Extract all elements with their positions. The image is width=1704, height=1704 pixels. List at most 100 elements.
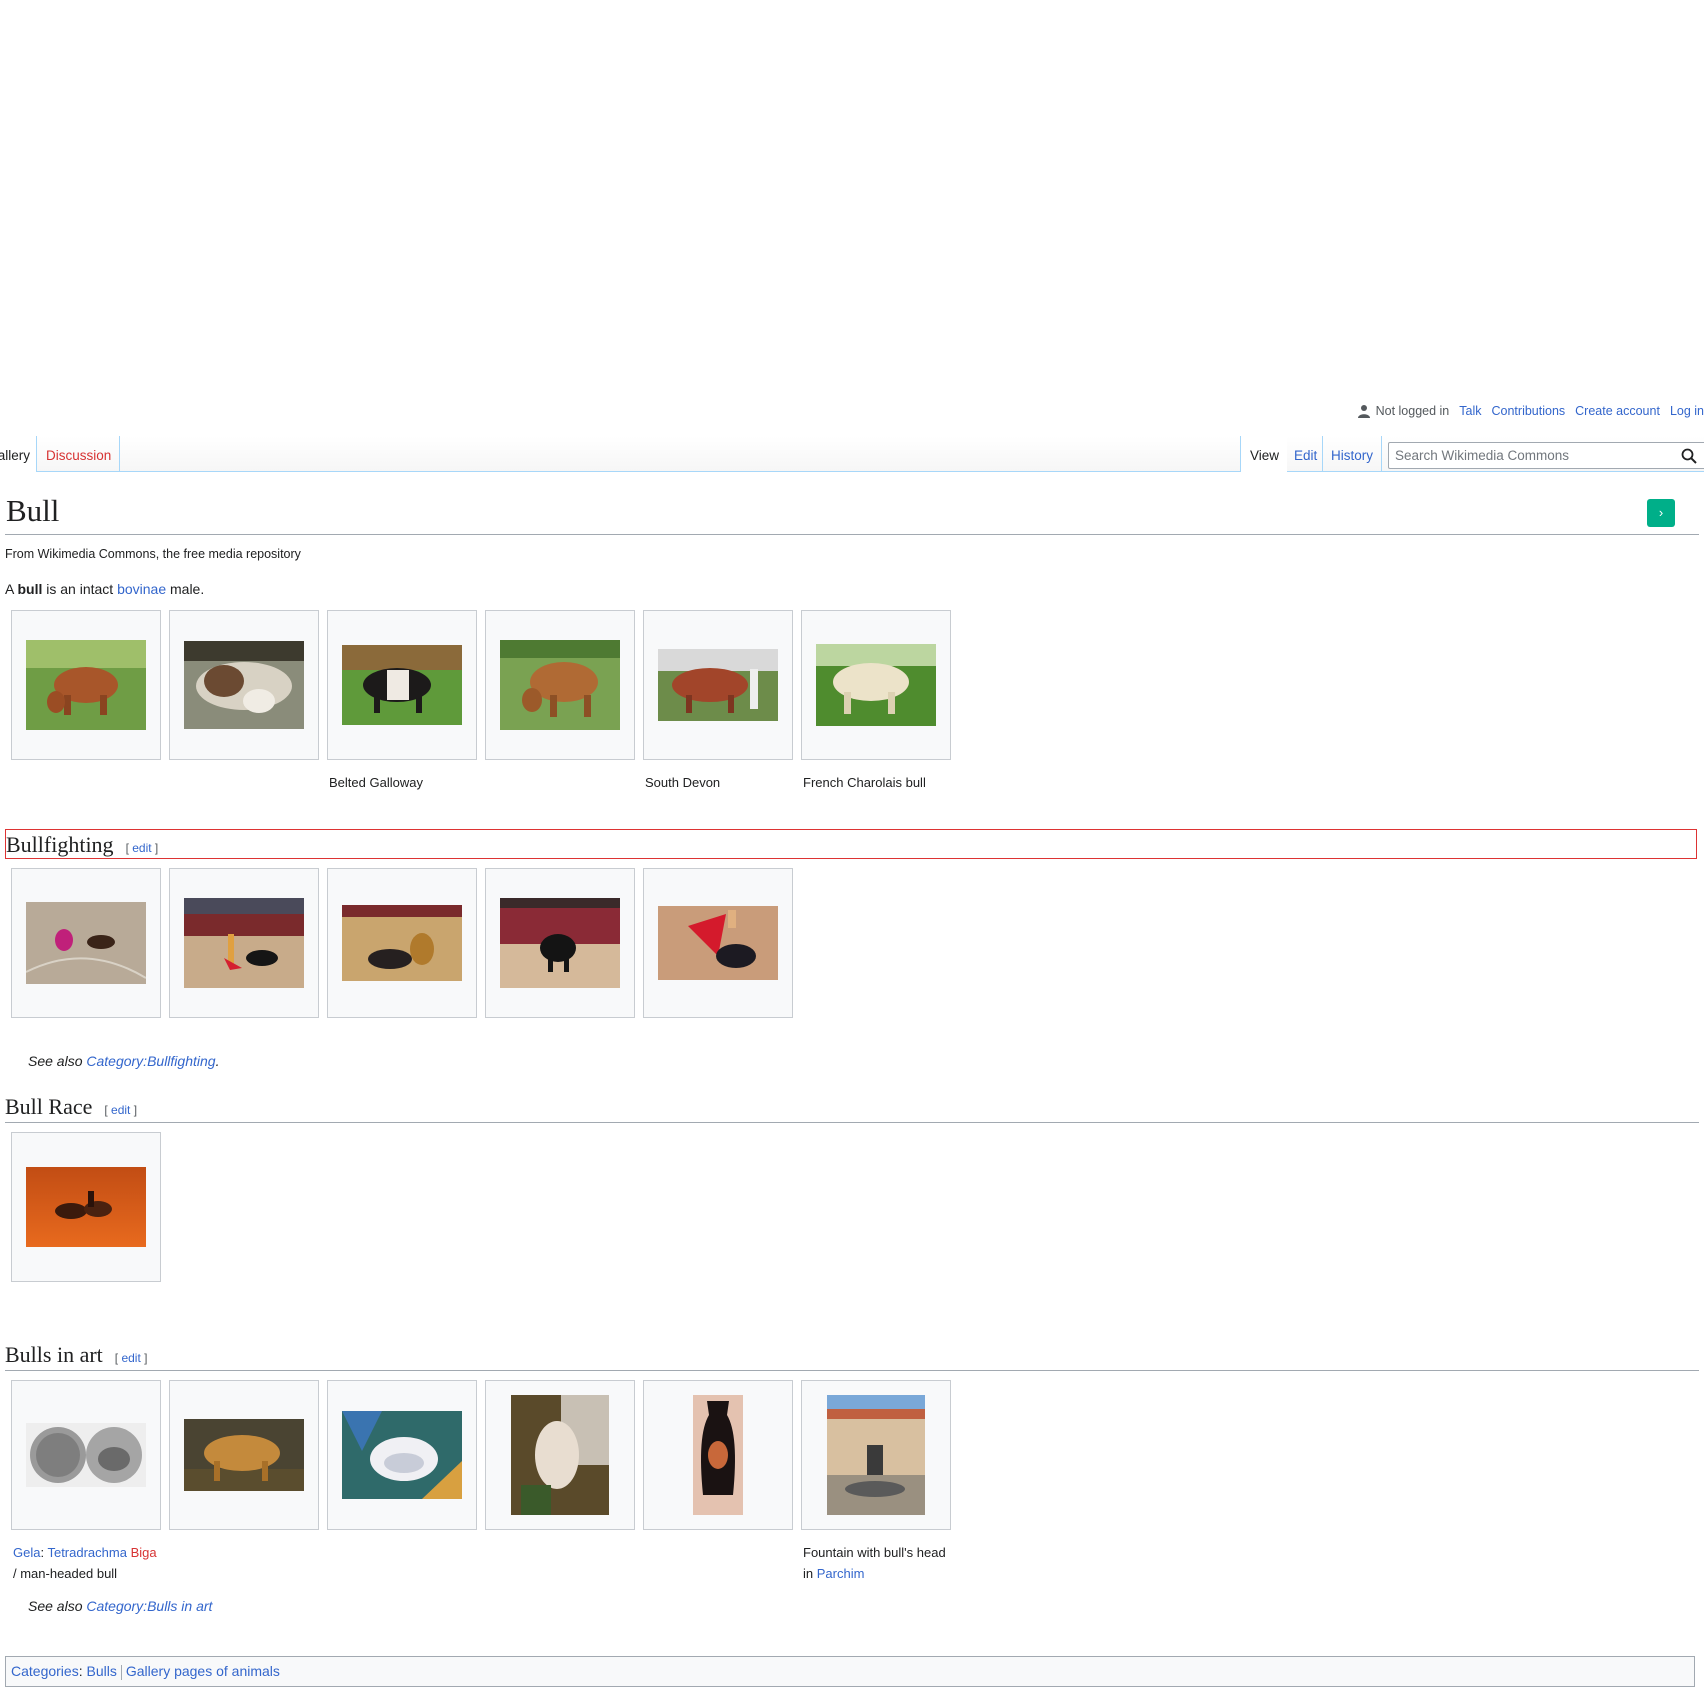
coin-thumbnail[interactable] xyxy=(26,1423,146,1487)
fountain-photo-thumbnail[interactable] xyxy=(827,1395,925,1515)
painting-thumbnail[interactable] xyxy=(511,1395,609,1515)
edit-link[interactable]: edit xyxy=(121,1351,140,1365)
gallery-item xyxy=(169,1380,320,1584)
painting-thumbnail[interactable] xyxy=(342,1411,462,1499)
gallery-item: Belted Galloway xyxy=(327,610,478,793)
gallery-item xyxy=(643,1380,794,1584)
gallery-caption xyxy=(485,1530,636,1563)
thumbnail-frame[interactable] xyxy=(485,868,635,1018)
edit-section-link: [ edit ] xyxy=(125,841,159,855)
bullfight-photo-thumbnail[interactable] xyxy=(184,898,304,988)
thumbnail-frame[interactable] xyxy=(11,868,161,1018)
intro-text: male. xyxy=(166,581,205,597)
tab-edit[interactable]: Edit xyxy=(1285,436,1325,472)
go-button[interactable]: › xyxy=(1647,499,1675,527)
user-icon xyxy=(1357,405,1370,418)
gallery-caption: Belted Galloway xyxy=(329,775,423,790)
category-bulls-in-art-link[interactable]: Category:Bulls in art xyxy=(86,1598,212,1614)
bull-photo-thumbnail[interactable] xyxy=(816,644,936,726)
bullfight-photo-thumbnail[interactable] xyxy=(342,905,462,981)
thumbnail-frame[interactable] xyxy=(169,610,319,760)
gallery-item xyxy=(643,868,794,1018)
search-icon[interactable] xyxy=(1681,448,1697,464)
see-also-bullfighting: See also Category:Bullfighting. xyxy=(5,1053,1699,1069)
thumbnail-frame[interactable] xyxy=(485,1380,635,1530)
biga-link[interactable]: Biga xyxy=(131,1545,157,1560)
thumbnail-frame[interactable] xyxy=(801,610,951,760)
gallery-caption: French Charolais bull xyxy=(803,775,926,790)
thumbnail-frame[interactable] xyxy=(169,868,319,1018)
gallery-main: Belted Galloway South Devon French Charo… xyxy=(5,610,1699,793)
tab-edit-label: Edit xyxy=(1294,448,1318,463)
bull-photo-thumbnail[interactable] xyxy=(342,645,462,725)
thumbnail-frame[interactable] xyxy=(11,610,161,760)
category-gallery-pages-of-animals-link[interactable]: Gallery pages of animals xyxy=(126,1663,280,1679)
gallery-item xyxy=(11,1132,162,1282)
intro-bold: bull xyxy=(17,581,43,597)
caption-text: / man-headed bull xyxy=(13,1566,118,1581)
create-account-link[interactable]: Create account xyxy=(1575,404,1660,418)
bull-photo-thumbnail[interactable] xyxy=(26,640,146,730)
tetradrachma-link[interactable]: Tetradrachma xyxy=(47,1545,126,1560)
edit-section-link: [ edit ] xyxy=(104,1103,138,1117)
gallery-item: South Devon xyxy=(643,610,794,793)
gallery-caption xyxy=(169,760,320,793)
gallery-item: Fountain with bull's head in Parchim xyxy=(801,1380,952,1584)
edit-link[interactable]: edit xyxy=(111,1103,130,1117)
gallery-caption: Gela: Tetradrachma Biga / man-headed bull xyxy=(11,1530,162,1584)
thumbnail-frame[interactable] xyxy=(169,1380,319,1530)
thumbnail-frame[interactable] xyxy=(327,1380,477,1530)
thumbnail-frame[interactable] xyxy=(327,868,477,1018)
thumbnail-frame[interactable] xyxy=(485,610,635,760)
gallery-caption: Fountain with bull's head in Parchim xyxy=(801,1530,952,1584)
category-bullfighting-link[interactable]: Category:Bullfighting xyxy=(86,1053,215,1069)
tab-discussion[interactable]: Discussion xyxy=(38,436,121,472)
gallery-item xyxy=(169,610,320,793)
gallery-caption xyxy=(11,760,162,793)
bullfight-photo-thumbnail[interactable] xyxy=(500,898,620,988)
log-in-link[interactable]: Log in xyxy=(1670,404,1704,418)
category-bulls-link[interactable]: Bulls xyxy=(86,1663,116,1679)
thumbnail-frame[interactable] xyxy=(327,610,477,760)
gallery-bullfighting xyxy=(5,868,1699,1018)
bull-race-photo-thumbnail[interactable] xyxy=(26,1167,146,1247)
thumbnail-frame[interactable] xyxy=(11,1380,161,1530)
category-separator xyxy=(120,1664,122,1680)
gallery-item xyxy=(485,868,636,1018)
thumbnail-frame[interactable] xyxy=(643,868,793,1018)
painting-thumbnail[interactable] xyxy=(184,1419,304,1491)
search-input[interactable] xyxy=(1389,443,1675,468)
tab-view[interactable]: View xyxy=(1240,436,1288,472)
thumbnail-frame[interactable] xyxy=(801,1380,951,1530)
gallery-bulls-in-art: Gela: Tetradrachma Biga / man-headed bull xyxy=(5,1380,1699,1584)
tab-history[interactable]: History xyxy=(1322,436,1383,472)
personal-tools: Not logged in Talk Contributions Create … xyxy=(1357,400,1704,422)
edit-link[interactable]: edit xyxy=(132,841,151,855)
categories-label-link[interactable]: Categories xyxy=(11,1663,79,1679)
contributions-link[interactable]: Contributions xyxy=(1492,404,1566,418)
edit-section-link: [ edit ] xyxy=(114,1351,148,1365)
gallery-caption: South Devon xyxy=(645,775,721,790)
thumbnail-frame[interactable] xyxy=(11,1132,161,1282)
thumbnail-frame[interactable] xyxy=(643,1380,793,1530)
intro-paragraph: A bull is an intact bovinae male. xyxy=(5,581,1699,597)
tab-view-label: View xyxy=(1250,448,1280,463)
gela-link[interactable]: Gela xyxy=(13,1545,40,1560)
thumbnail-frame[interactable] xyxy=(643,610,793,760)
parchim-link[interactable]: Parchim xyxy=(817,1566,865,1581)
gallery-item xyxy=(11,610,162,793)
bull-photo-thumbnail[interactable] xyxy=(184,641,304,729)
bullfight-photo-thumbnail[interactable] xyxy=(26,902,146,984)
see-also-bulls-in-art: See also Category:Bulls in art xyxy=(5,1598,1699,1614)
bovinae-link[interactable]: bovinae xyxy=(117,581,166,597)
bull-photo-thumbnail[interactable] xyxy=(500,640,620,730)
gallery-item xyxy=(11,868,162,1018)
gallery-caption xyxy=(169,1530,320,1563)
bull-photo-thumbnail[interactable] xyxy=(658,649,778,721)
search-box xyxy=(1388,442,1704,469)
see-also-text: See also xyxy=(28,1053,87,1069)
vase-thumbnail[interactable] xyxy=(693,1395,743,1515)
bullfight-photo-thumbnail[interactable] xyxy=(658,906,778,980)
tab-gallery[interactable]: Gallery xyxy=(0,436,37,472)
talk-link[interactable]: Talk xyxy=(1459,404,1481,418)
